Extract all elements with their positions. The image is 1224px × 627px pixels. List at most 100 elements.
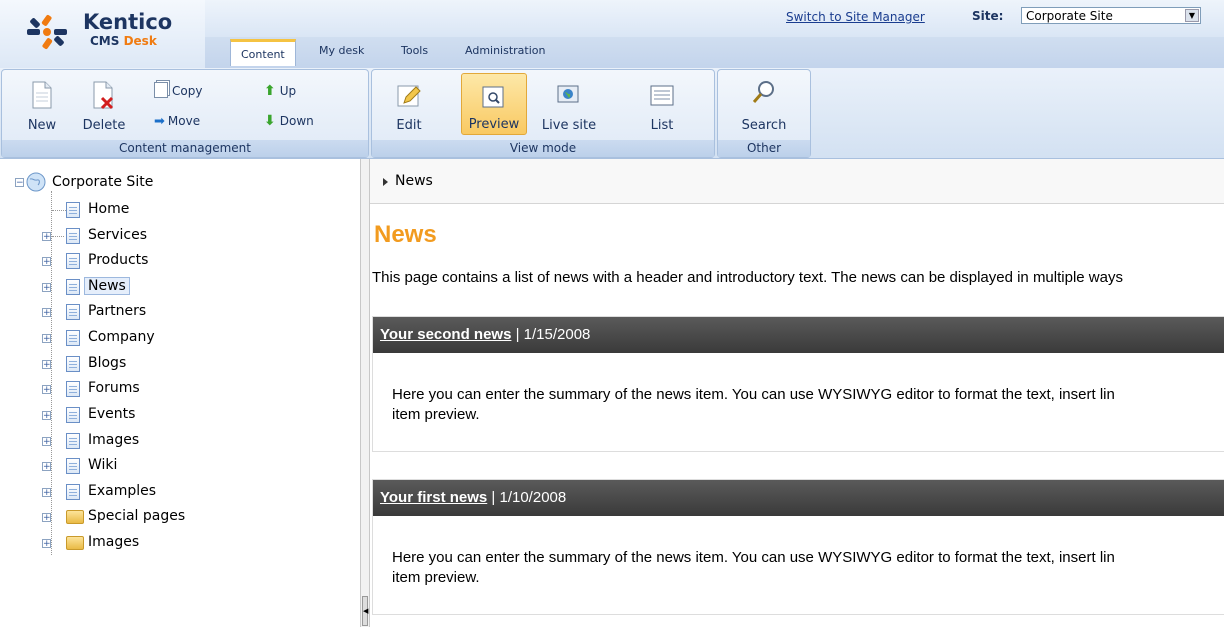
live-site-button-label: Live site (541, 118, 597, 133)
expand-icon[interactable]: + (42, 437, 51, 447)
switch-to-site-manager-link[interactable]: Switch to Site Manager (786, 10, 925, 24)
copy-icon (154, 82, 168, 98)
news-summary-line: item preview. (392, 406, 480, 423)
globe-icon (26, 172, 46, 192)
ribbon-toolbar: New Delete Copy ➡ Move ⬆ Up ⬇ Down Content … (0, 68, 1224, 159)
up-button-label: Up (279, 84, 297, 98)
delete-button-label: Delete (82, 118, 126, 133)
document-icon (66, 433, 80, 449)
news-summary-line: Here you can enter the summary of the ne… (392, 549, 1115, 566)
expand-icon[interactable]: + (42, 232, 51, 242)
preview-button-label: Preview (468, 117, 520, 132)
news-header: Your first news | 1/10/2008 (373, 480, 1224, 516)
expand-icon[interactable]: + (42, 308, 51, 318)
document-icon (66, 330, 80, 346)
live-site-button[interactable]: Live site (534, 73, 604, 135)
expand-icon[interactable]: + (42, 385, 51, 395)
site-select[interactable]: Corporate Site ▼ (1021, 7, 1201, 24)
tree-item-label: News (84, 277, 130, 295)
news-title-link[interactable]: Your first news (380, 489, 487, 506)
tree-item-label: Events (88, 406, 136, 422)
expand-icon[interactable]: + (42, 513, 51, 523)
view-mode-group-label: View mode (372, 140, 714, 157)
expand-icon[interactable]: + (42, 360, 51, 370)
tab-tools[interactable]: Tools (401, 44, 428, 57)
preview-icon (482, 86, 504, 108)
tab-my-desk[interactable]: My desk (319, 44, 364, 57)
copy-button[interactable]: Copy (154, 82, 202, 100)
expand-icon[interactable]: + (42, 257, 51, 267)
tree-item-label: Images (88, 534, 140, 550)
up-button[interactable]: ⬆ Up (264, 82, 296, 100)
expand-icon[interactable]: + (42, 411, 51, 421)
site-label: Site: (972, 9, 1004, 23)
other-group-label: Other (718, 140, 810, 157)
edit-icon (397, 85, 421, 107)
down-button[interactable]: ⬇ Down (264, 112, 314, 130)
content-preview: News News This page contains a list of n… (370, 159, 1224, 627)
header: Kentico CMS Desk Switch to Site Manager … (0, 0, 1224, 68)
expand-icon[interactable]: + (42, 539, 51, 549)
breadcrumb-arrow-icon (383, 178, 388, 186)
tree-item-label: Special pages (88, 508, 186, 524)
news-item: Your second news | 1/15/2008 Here you ca… (372, 316, 1224, 452)
new-button[interactable]: New (22, 73, 62, 135)
content-management-group-label: Content management (2, 140, 368, 157)
news-item: Your first news | 1/10/2008 Here you can… (372, 479, 1224, 615)
news-summary-line: Here you can enter the summary of the ne… (392, 386, 1115, 403)
document-icon (66, 484, 80, 500)
globe-icon (557, 85, 579, 103)
move-icon: ➡ (154, 114, 165, 129)
tab-administration[interactable]: Administration (465, 44, 546, 57)
tree-splitter[interactable]: ◀ (360, 159, 370, 627)
news-title-link[interactable]: Your second news (380, 326, 511, 343)
document-icon (66, 253, 80, 269)
collapse-icon[interactable]: − (15, 178, 24, 188)
expand-icon[interactable]: + (42, 283, 51, 293)
tree-item-label: Company (88, 329, 155, 345)
logo-title: Kentico (83, 10, 173, 34)
arrow-down-icon: ⬇ (264, 113, 276, 129)
tree-guide-line (51, 191, 52, 555)
document-icon (66, 381, 80, 397)
document-icon (66, 458, 80, 474)
news-date: | 1/10/2008 (491, 489, 567, 506)
tree-item-label: Products (88, 252, 149, 268)
tree-item-label: Examples (88, 483, 157, 499)
list-icon (650, 85, 674, 106)
preview-button[interactable]: Preview (461, 73, 527, 135)
tree-connector (52, 236, 64, 237)
tree-item-label: Partners (88, 303, 147, 319)
edit-button[interactable]: Edit (384, 73, 434, 135)
document-icon (66, 356, 80, 372)
expand-icon[interactable]: + (42, 462, 51, 472)
breadcrumb: News (370, 159, 1224, 204)
expand-icon[interactable]: + (42, 334, 51, 344)
kentico-logo-icon (27, 14, 67, 50)
list-button[interactable]: List (637, 73, 687, 135)
search-icon (752, 81, 774, 103)
move-button[interactable]: ➡ Move (154, 112, 200, 130)
collapse-panel-icon[interactable]: ◀ (362, 596, 368, 626)
main-tabs: Content My desk Tools Administration (205, 37, 1224, 68)
kentico-logo[interactable]: Kentico CMS Desk (8, 4, 204, 60)
folder-icon (66, 536, 84, 550)
search-button-label: Search (741, 118, 787, 133)
document-icon (66, 228, 80, 244)
news-summary-line: item preview. (392, 569, 480, 586)
page-title: News (374, 221, 437, 248)
breadcrumb-item[interactable]: News (395, 173, 433, 189)
delete-button[interactable]: Delete (79, 73, 129, 135)
news-summary: Here you can enter the summary of the ne… (392, 548, 1222, 588)
expand-icon[interactable]: + (42, 488, 51, 498)
tree-item-label: Wiki (88, 457, 118, 473)
news-header: Your second news | 1/15/2008 (373, 317, 1224, 353)
tab-content[interactable]: Content (230, 39, 296, 66)
site-select-value: Corporate Site (1026, 9, 1113, 23)
search-button[interactable]: Search (735, 73, 793, 135)
edit-button-label: Edit (396, 118, 422, 133)
down-button-label: Down (279, 114, 314, 128)
tree-connector (52, 210, 66, 211)
tree-item-label: Services (88, 227, 148, 243)
chevron-down-icon[interactable]: ▼ (1185, 9, 1199, 22)
